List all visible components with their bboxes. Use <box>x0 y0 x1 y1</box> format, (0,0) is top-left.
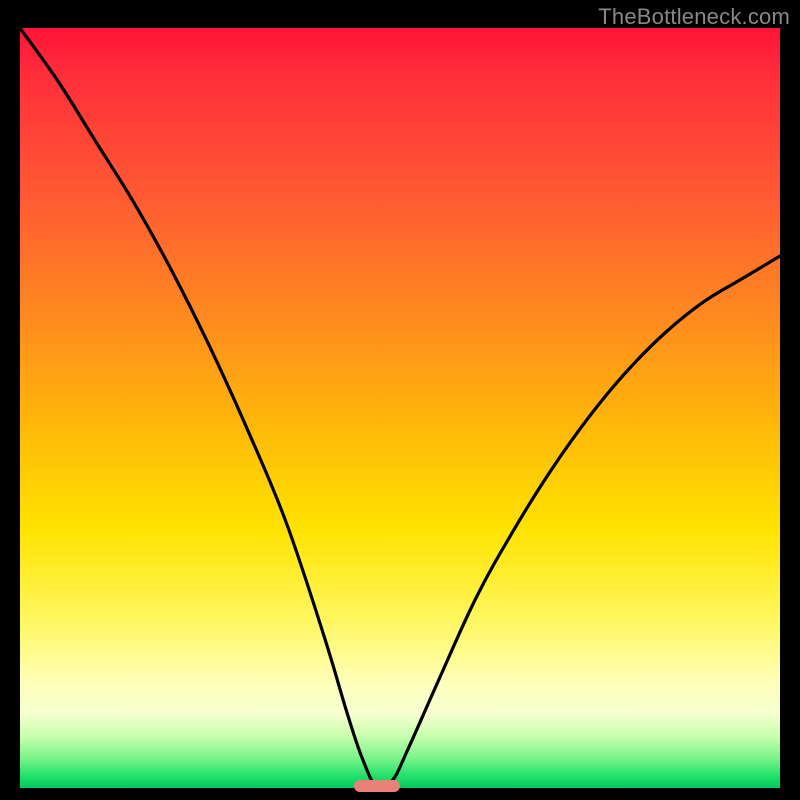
chart-frame: TheBottleneck.com <box>0 0 800 800</box>
watermark-text: TheBottleneck.com <box>598 4 790 30</box>
plot-area <box>20 28 780 788</box>
bottleneck-curve <box>20 28 780 788</box>
optimum-marker <box>354 780 400 792</box>
curve-layer <box>20 28 780 788</box>
